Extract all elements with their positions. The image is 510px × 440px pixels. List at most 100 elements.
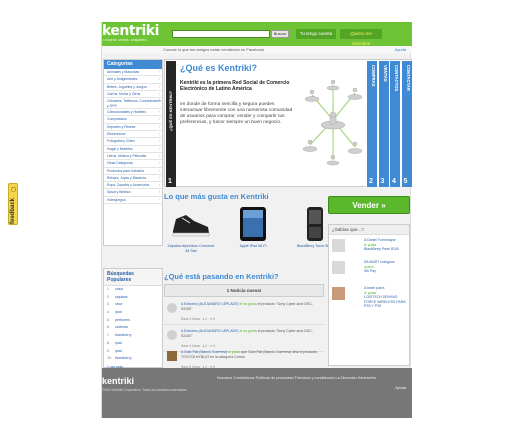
category-item[interactable]: Carros, Motos y Otros › — [104, 91, 162, 99]
tab-ventas[interactable]: VENTAS 3 — [377, 61, 389, 187]
category-item[interactable]: Otras Categorías › — [104, 160, 162, 168]
join-button[interactable]: ¡Quiero ser miembro! — [340, 29, 382, 46]
footer-logo[interactable]: kentriki — [102, 376, 134, 386]
category-item[interactable]: Computación › — [104, 116, 162, 124]
feedback-tab[interactable]: ◻ feedback — [8, 183, 18, 225]
sneaker-image — [166, 204, 216, 244]
did-you-know-title: ¿Sabías que...? — [329, 225, 409, 235]
category-item[interactable]: Arte y Antigüedades › — [104, 76, 162, 84]
category-label: Deportes y Fitness — [107, 124, 136, 129]
category-item[interactable]: Ropa, Zapatos y Accesorios › — [104, 182, 162, 190]
chevron-right-icon: › — [158, 190, 160, 195]
category-item[interactable]: Libros, Música y Películas › — [104, 153, 162, 161]
category-label: Salud y Belleza — [107, 190, 131, 195]
tab-label: COMPRAS — [371, 65, 376, 87]
search-term: blackberry — [115, 333, 132, 338]
did-you-know-text: A Daniel Fuenmayor le gusta BlackBerry P… — [364, 238, 408, 252]
chevron-right-icon: › — [158, 183, 160, 188]
search-input[interactable] — [172, 30, 270, 38]
have-account-button[interactable]: Tu tengo cuenta — [296, 29, 336, 39]
whats-happening-title: ¿Qué está pasando en Kentriki? — [164, 272, 279, 281]
rank-number: 8. — [107, 340, 110, 345]
chevron-right-icon: › — [158, 132, 160, 137]
did-you-know-item: A kevin parra le gusta LOGITECH DRIVING … — [329, 283, 409, 313]
category-label: Hogar y Muebles — [107, 146, 133, 151]
popular-search-item[interactable]: 9. ipad — [104, 348, 162, 356]
search-term: ipad — [115, 340, 122, 345]
feed-action: le gusta — [228, 350, 241, 354]
feed-user-link[interactable]: A Edwinho (ALEJANDRO LEPLADE) — [181, 329, 239, 333]
sell-button[interactable]: Vender » — [328, 196, 410, 214]
chevron-right-icon: › — [158, 124, 160, 129]
category-item[interactable]: Coleccionables y Hobbies › — [104, 109, 162, 117]
product-link[interactable]: Wii Pay — [364, 269, 408, 274]
footer-help-link[interactable]: Ayuda — [395, 386, 406, 390]
category-item[interactable]: Videojuegos › — [104, 197, 162, 205]
chevron-right-icon: › — [158, 77, 160, 82]
category-item[interactable]: Celulares, Teléfonos, Comunicación y GPS… — [104, 98, 162, 110]
category-item[interactable]: Hogar y Muebles › — [104, 146, 162, 153]
feed-text: A Edwinho (ALEJANDRO LEPLADE) le ha gust… — [181, 329, 321, 338]
popular-search-item[interactable]: 3. xbox — [104, 301, 162, 309]
category-item[interactable]: Bebés, Juguetes y Juegos › — [104, 84, 162, 91]
feed-action: le ha gusta — [239, 329, 257, 333]
feed-user-link[interactable]: A Edwinho (ALEJANDRO LEPLADE) — [181, 302, 239, 306]
avatar[interactable] — [167, 351, 177, 361]
tab-compras[interactable]: COMPRAS 2 — [366, 61, 377, 187]
chevron-right-icon: › — [158, 168, 160, 173]
rank-number: 6. — [107, 325, 110, 330]
new-notifications-bar[interactable]: 1 Noticia nueva! — [164, 284, 324, 297]
tab-contactos[interactable]: CONTACTOS 4 — [389, 61, 400, 187]
category-item[interactable]: Electrónicos › — [104, 131, 162, 139]
banner-side-tab[interactable]: ¿QUÉ ES KENTRIKI? 1 — [166, 61, 176, 187]
footer-links[interactable]: Nosotros Contáctanos Políticas de privac… — [217, 376, 376, 380]
search-term: blackberry — [115, 356, 132, 361]
category-item[interactable]: Productos para Industria › — [104, 168, 162, 175]
chevron-right-icon: › — [158, 175, 160, 180]
popular-search-item[interactable]: 2. zapatos — [104, 294, 162, 302]
category-label: Fotografía y Video — [107, 139, 135, 144]
popular-search-item[interactable]: 1. casa — [104, 286, 162, 294]
network-people-illustration — [302, 79, 363, 166]
category-item[interactable]: Fotografía y Video › — [104, 138, 162, 146]
product-link[interactable]: LOGITECH DRIVING FORCE WIRELESS PARA PS3… — [364, 295, 408, 309]
rank-number: 9. — [107, 348, 110, 353]
product-card[interactable]: Apple iPad Wi-Fi — [228, 204, 278, 249]
category-label: Carros, Motos y Otros — [107, 91, 141, 96]
tab-contactar[interactable]: CONTACTAR 5 — [400, 61, 412, 187]
avatar[interactable] — [167, 303, 177, 313]
popular-search-item[interactable]: 5. perfumes — [104, 317, 162, 325]
product-link[interactable]: BlackBerry Pearl 8100 — [364, 247, 408, 252]
chevron-right-icon: › — [158, 98, 160, 103]
avatar[interactable] — [332, 261, 345, 274]
avatar[interactable] — [332, 287, 345, 300]
tab-label: CONTACTAR — [405, 65, 411, 91]
popular-search-item[interactable]: 4. ipod — [104, 309, 162, 317]
category-label: Productos para Industria — [107, 168, 144, 173]
search-button[interactable]: Buscar — [271, 30, 289, 38]
product-card[interactable]: Zapatos deportivos Converse All Star — [166, 204, 216, 253]
avatar[interactable] — [332, 239, 345, 252]
category-item[interactable]: Deportes y Fitness › — [104, 124, 162, 132]
popular-search-item[interactable]: 6. carteras — [104, 324, 162, 332]
ipad-image — [228, 204, 278, 244]
footer: kentriki ©2010 Kentriki Corporation. Tod… — [102, 368, 412, 418]
help-link[interactable]: Ayuda — [395, 47, 406, 52]
categories-title: Categorías — [104, 60, 162, 69]
feedback-label: feedback — [10, 197, 16, 224]
popular-search-item[interactable]: 8. ipad — [104, 340, 162, 348]
search-term: ipod — [115, 310, 122, 315]
category-item[interactable]: Animales y Mascotas › — [104, 69, 162, 77]
avatar[interactable] — [167, 330, 177, 340]
category-item[interactable]: Salud y Belleza › — [104, 189, 162, 197]
category-item[interactable]: Relojes, Joyas y Bisutería › — [104, 175, 162, 183]
feed-user-link[interactable]: A Gaio Fiat (Marcio Guerrera) — [181, 350, 227, 354]
popular-search-item[interactable]: 10. blackberry — [104, 355, 162, 363]
chevron-right-icon: › — [158, 110, 160, 115]
search-term: zapatos — [115, 294, 128, 299]
kentriki-logo[interactable]: kentriki — [102, 23, 159, 39]
facebook-friends-link[interactable]: Conoce lo que tus amigos están vendiendo… — [163, 47, 264, 52]
popular-search-item[interactable]: 7. blackberry — [104, 332, 162, 340]
product-name: Apple iPad Wi-Fi — [239, 244, 267, 248]
chevron-right-icon: › — [158, 197, 160, 202]
